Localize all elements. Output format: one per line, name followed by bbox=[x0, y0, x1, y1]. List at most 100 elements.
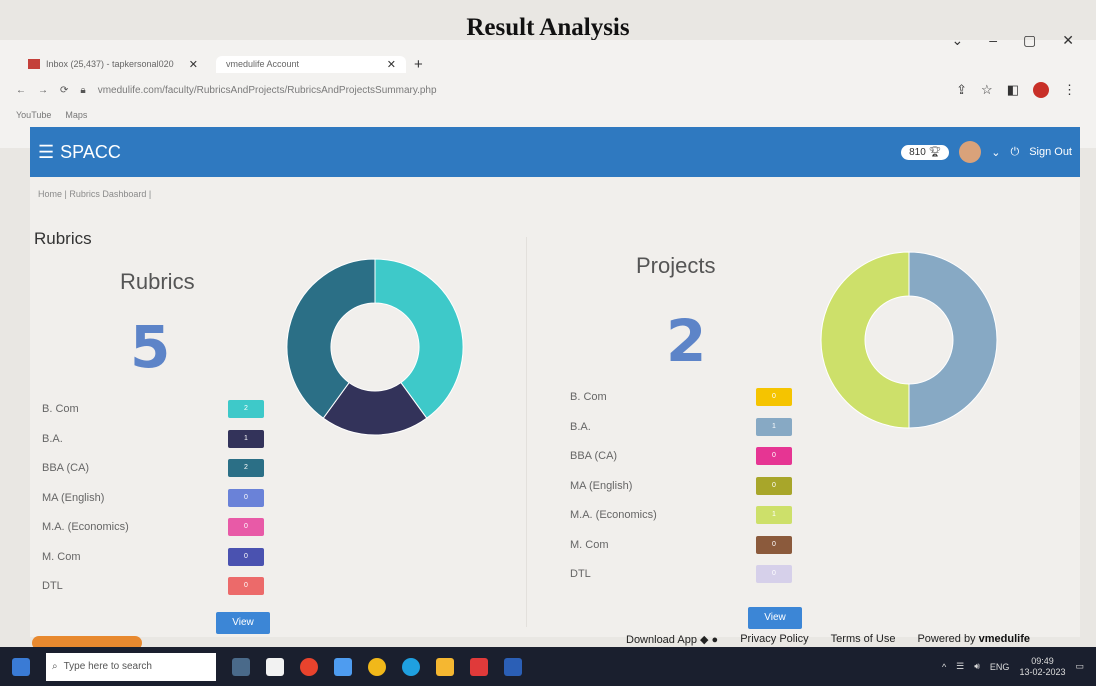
windows-start-icon[interactable] bbox=[12, 657, 30, 676]
legend-label: DTL bbox=[42, 580, 63, 592]
legend-label: MA (English) bbox=[42, 491, 105, 504]
panel-divider bbox=[526, 237, 527, 627]
system-tray: ^ ☰ 🔊︎ ENG 09:49 13-02-2023 ▭ bbox=[942, 656, 1084, 678]
calendar-icon[interactable] bbox=[266, 657, 284, 676]
download-app-label: Download App bbox=[626, 634, 697, 646]
dashboard-page: Home | Rubrics Dashboard | Rubrics Rubri… bbox=[30, 177, 1080, 637]
sidepanel-icon[interactable]: ◧ bbox=[1007, 82, 1019, 98]
rubrics-donut-chart bbox=[286, 258, 464, 436]
legend-swatch[interactable]: 0 bbox=[756, 476, 792, 495]
share-icon[interactable]: ⇪ bbox=[956, 82, 967, 98]
gmail-icon bbox=[28, 59, 40, 69]
tab-vmedulife-label: vmedulife Account bbox=[226, 59, 300, 69]
word-icon[interactable] bbox=[504, 657, 522, 676]
network-icon[interactable]: ☰ bbox=[956, 661, 964, 672]
volume-icon[interactable]: 🔊︎ bbox=[974, 661, 980, 672]
tab-search-icon[interactable]: ⌄ bbox=[952, 32, 964, 49]
rubrics-view-button[interactable]: View bbox=[216, 612, 270, 634]
powered-by-label: Powered by bbox=[917, 633, 976, 645]
nav-right: 810 🏆︎ ⌄ ⏻ Sign Out bbox=[901, 141, 1072, 163]
download-app-link[interactable]: Download App ◆ ● bbox=[626, 633, 718, 646]
projects-donut-chart bbox=[820, 251, 998, 429]
close-window-button[interactable]: ✕ bbox=[1062, 32, 1074, 49]
close-icon[interactable]: ✕ bbox=[387, 58, 396, 71]
legend-swatch[interactable]: 1 bbox=[756, 506, 792, 524]
legend-label: BBA (CA) bbox=[570, 450, 618, 462]
legend-swatch[interactable]: 0 bbox=[756, 565, 792, 583]
rubrics-count: 5 bbox=[130, 313, 171, 381]
new-tab-button[interactable]: + bbox=[414, 56, 423, 73]
lock-icon: 🔒︎ bbox=[80, 84, 86, 96]
taskbar-search-input[interactable]: ⌕ Type here to search bbox=[46, 652, 216, 681]
window-controls: ⌄ – ▢ ✕ bbox=[952, 32, 1075, 49]
apple-icon: ● bbox=[711, 634, 719, 646]
browser-actions: ⇪ ☆ ◧ ⋮ bbox=[956, 82, 1076, 98]
legend-swatch[interactable]: 2 bbox=[228, 459, 264, 477]
minimize-button[interactable]: – bbox=[989, 32, 997, 49]
legend-swatch[interactable]: 0 bbox=[228, 577, 264, 595]
chrome-icon[interactable] bbox=[368, 657, 386, 676]
menu-icon[interactable]: ⋮ bbox=[1063, 82, 1076, 98]
terms-link[interactable]: Terms of Use bbox=[831, 633, 896, 646]
footer-links: Download App ◆ ● Privacy Policy Terms of… bbox=[626, 633, 1030, 646]
bookmark-youtube[interactable]: YouTube bbox=[16, 110, 51, 120]
bookmark-maps[interactable]: Maps bbox=[65, 110, 87, 120]
close-icon[interactable]: ✕ bbox=[189, 58, 198, 71]
address-bar: ← → ⟳ 🔒︎ vmedulife.com/faculty/RubricsAn… bbox=[16, 82, 1076, 98]
profile-icon[interactable] bbox=[1033, 82, 1049, 98]
app-navbar: ☰ SPACC 810 🏆︎ ⌄ ⏻ Sign Out bbox=[30, 127, 1080, 177]
brand[interactable]: ☰ SPACC bbox=[38, 142, 121, 163]
avatar[interactable] bbox=[959, 141, 982, 163]
legend-swatch[interactable]: 0 bbox=[228, 518, 264, 536]
legend-swatch[interactable]: 1 bbox=[228, 429, 264, 448]
reload-icon[interactable]: ⟳ bbox=[60, 85, 68, 96]
chevron-down-icon[interactable]: ⌄ bbox=[991, 146, 1000, 159]
url-input[interactable]: vmedulife.com/faculty/RubricsAndProjects… bbox=[98, 85, 944, 96]
task-view-icon[interactable] bbox=[232, 657, 250, 676]
points-badge[interactable]: 810 🏆︎ bbox=[901, 144, 950, 160]
legend-label: BBA (CA) bbox=[42, 462, 90, 474]
clock[interactable]: 09:49 13-02-2023 bbox=[1019, 656, 1065, 678]
file-explorer-icon[interactable] bbox=[436, 657, 454, 676]
breadcrumb[interactable]: Home | Rubrics Dashboard | bbox=[38, 189, 151, 199]
legend-swatch[interactable]: 2 bbox=[228, 400, 264, 418]
powered-by-brand: vmedulife bbox=[978, 633, 1030, 645]
language-indicator[interactable]: ENG bbox=[990, 662, 1010, 672]
legend-swatch[interactable]: 0 bbox=[756, 535, 792, 554]
tab-vmedulife[interactable]: vmedulife Account ✕ bbox=[216, 55, 406, 73]
sign-out-link[interactable]: Sign Out bbox=[1029, 146, 1072, 158]
notification-icon[interactable]: ▭ bbox=[1075, 661, 1084, 672]
store-icon[interactable] bbox=[470, 657, 488, 676]
hamburger-icon[interactable]: ☰ bbox=[38, 142, 54, 163]
windows-taskbar: ⌕ Type here to search ^ ☰ 🔊︎ ENG 09:49 1… bbox=[0, 647, 1096, 686]
powered-by: Powered by vmedulife bbox=[917, 633, 1030, 646]
forward-icon[interactable]: → bbox=[38, 85, 48, 96]
legend-label: M.A. (Economics) bbox=[42, 521, 129, 533]
legend-label: M. Com bbox=[570, 538, 609, 551]
projects-count: 2 bbox=[666, 307, 707, 375]
rubrics-title: Rubrics bbox=[120, 269, 195, 294]
star-icon[interactable]: ☆ bbox=[981, 82, 993, 98]
legend-swatch[interactable]: 0 bbox=[228, 547, 264, 566]
maximize-button[interactable]: ▢ bbox=[1023, 32, 1036, 49]
back-icon[interactable]: ← bbox=[16, 85, 26, 96]
projects-view-button[interactable]: View bbox=[748, 607, 802, 629]
legend-label: B.A. bbox=[42, 432, 63, 445]
tab-strip: Inbox (25,437) - tapkersonal020 ✕ vmedul… bbox=[18, 54, 423, 74]
legend-swatch[interactable]: 0 bbox=[228, 488, 264, 507]
points-value: 810 bbox=[909, 146, 926, 158]
tab-inbox[interactable]: Inbox (25,437) - tapkersonal020 ✕ bbox=[18, 56, 208, 73]
bookmarks-bar: YouTube Maps bbox=[16, 110, 87, 120]
legend-swatch[interactable]: 0 bbox=[756, 388, 792, 406]
app-icon[interactable] bbox=[334, 657, 352, 676]
legend-label: M.A. (Economics) bbox=[570, 509, 657, 521]
legend-swatch[interactable]: 1 bbox=[756, 417, 792, 436]
taskbar-search-placeholder: Type here to search bbox=[63, 661, 152, 672]
privacy-policy-link[interactable]: Privacy Policy bbox=[740, 633, 808, 646]
chevron-up-icon[interactable]: ^ bbox=[942, 662, 946, 672]
opera-icon[interactable] bbox=[300, 657, 318, 676]
legend-swatch[interactable]: 0 bbox=[756, 447, 792, 465]
edge-icon[interactable] bbox=[402, 657, 420, 676]
donut-slice-m-a-economics[interactable] bbox=[820, 251, 910, 429]
donut-slice-b-a[interactable] bbox=[908, 251, 998, 429]
